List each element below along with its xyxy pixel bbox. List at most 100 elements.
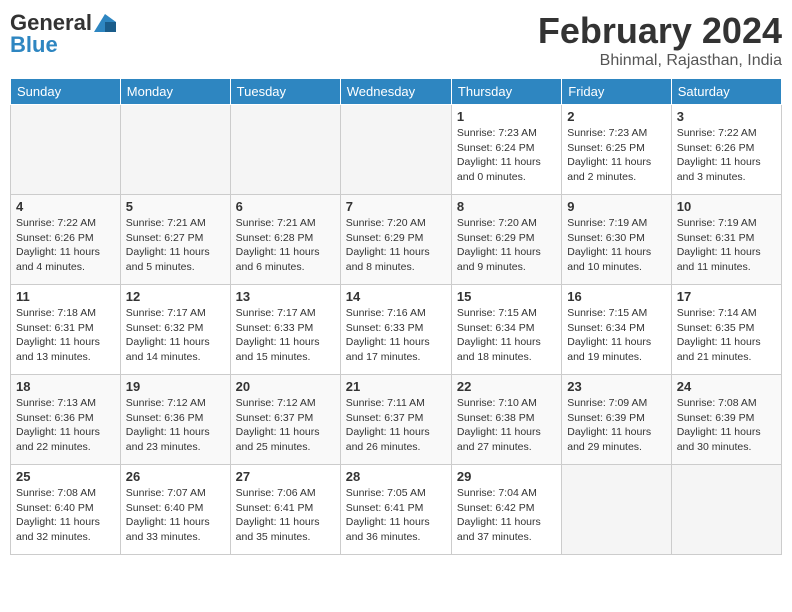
day-number: 6 — [236, 199, 335, 214]
calendar-cell: 9 Sunrise: 7:19 AM Sunset: 6:30 PM Daylig… — [562, 195, 671, 285]
day-info: Sunrise: 7:21 AM Sunset: 6:28 PM Dayligh… — [236, 216, 335, 275]
location: Bhinmal, Rajasthan, India — [538, 52, 782, 70]
calendar-cell: 11Sunrise: 7:18 AM Sunset: 6:31 PM Dayli… — [11, 285, 121, 375]
day-number: 5 — [126, 199, 225, 214]
calendar-week-row: 11Sunrise: 7:18 AM Sunset: 6:31 PM Dayli… — [11, 285, 782, 375]
calendar-cell: 21 Sunrise: 7:11 AM Sunset: 6:37 PM Dayli… — [340, 375, 451, 465]
calendar-cell: 7 Sunrise: 7:20 AM Sunset: 6:29 PM Daylig… — [340, 195, 451, 285]
day-info: Sunrise: 7:20 AM Sunset: 6:29 PM Dayligh… — [346, 216, 446, 275]
calendar-week-row: 18 Sunrise: 7:13 AM Sunset: 6:36 PM Dayli… — [11, 375, 782, 465]
day-info: Sunrise: 7:06 AM Sunset: 6:41 PM Dayligh… — [236, 486, 335, 545]
day-number: 3 — [677, 109, 776, 124]
day-number: 24 — [677, 379, 776, 394]
day-number: 4 — [16, 199, 115, 214]
col-header-tuesday: Tuesday — [230, 79, 340, 105]
day-number: 18 — [16, 379, 115, 394]
day-number: 1 — [457, 109, 556, 124]
day-info: Sunrise: 7:12 AM Sunset: 6:37 PM Dayligh… — [236, 396, 335, 455]
day-number: 9 — [567, 199, 665, 214]
day-number: 2 — [567, 109, 665, 124]
calendar-week-row: 4 Sunrise: 7:22 AM Sunset: 6:26 PM Daylig… — [11, 195, 782, 285]
day-number: 10 — [677, 199, 776, 214]
logo: General Blue — [10, 10, 116, 58]
calendar-cell: 29 Sunrise: 7:04 AM Sunset: 6:42 PM Dayli… — [451, 465, 561, 555]
logo-icon — [94, 14, 116, 32]
col-header-saturday: Saturday — [671, 79, 781, 105]
calendar-cell: 27 Sunrise: 7:06 AM Sunset: 6:41 PM Dayli… — [230, 465, 340, 555]
day-info: Sunrise: 7:22 AM Sunset: 6:26 PM Dayligh… — [677, 126, 776, 185]
day-number: 16 — [567, 289, 665, 304]
calendar-cell: 2Sunrise: 7:23 AM Sunset: 6:25 PM Daylig… — [562, 105, 671, 195]
day-number: 21 — [346, 379, 446, 394]
calendar-cell: 4 Sunrise: 7:22 AM Sunset: 6:26 PM Daylig… — [11, 195, 121, 285]
calendar-cell: 20 Sunrise: 7:12 AM Sunset: 6:37 PM Dayli… — [230, 375, 340, 465]
calendar-cell — [230, 105, 340, 195]
calendar-cell: 17 Sunrise: 7:14 AM Sunset: 6:35 PM Dayli… — [671, 285, 781, 375]
day-info: Sunrise: 7:16 AM Sunset: 6:33 PM Dayligh… — [346, 306, 446, 365]
calendar-cell — [671, 465, 781, 555]
day-info: Sunrise: 7:19 AM Sunset: 6:30 PM Dayligh… — [567, 216, 665, 275]
col-header-sunday: Sunday — [11, 79, 121, 105]
day-number: 25 — [16, 469, 115, 484]
calendar-cell: 24 Sunrise: 7:08 AM Sunset: 6:39 PM Dayli… — [671, 375, 781, 465]
day-info: Sunrise: 7:04 AM Sunset: 6:42 PM Dayligh… — [457, 486, 556, 545]
day-number: 28 — [346, 469, 446, 484]
day-info: Sunrise: 7:20 AM Sunset: 6:29 PM Dayligh… — [457, 216, 556, 275]
calendar-cell: 10 Sunrise: 7:19 AM Sunset: 6:31 PM Dayli… — [671, 195, 781, 285]
day-number: 20 — [236, 379, 335, 394]
calendar-cell: 1Sunrise: 7:23 AM Sunset: 6:24 PM Daylig… — [451, 105, 561, 195]
calendar-cell: 16 Sunrise: 7:15 AM Sunset: 6:34 PM Dayli… — [562, 285, 671, 375]
calendar-cell — [562, 465, 671, 555]
logo-blue: Blue — [10, 32, 58, 58]
day-info: Sunrise: 7:13 AM Sunset: 6:36 PM Dayligh… — [16, 396, 115, 455]
day-info: Sunrise: 7:15 AM Sunset: 6:34 PM Dayligh… — [567, 306, 665, 365]
day-info: Sunrise: 7:14 AM Sunset: 6:35 PM Dayligh… — [677, 306, 776, 365]
day-info: Sunrise: 7:12 AM Sunset: 6:36 PM Dayligh… — [126, 396, 225, 455]
calendar-cell: 25 Sunrise: 7:08 AM Sunset: 6:40 PM Dayli… — [11, 465, 121, 555]
day-info: Sunrise: 7:09 AM Sunset: 6:39 PM Dayligh… — [567, 396, 665, 455]
day-info: Sunrise: 7:08 AM Sunset: 6:39 PM Dayligh… — [677, 396, 776, 455]
day-number: 17 — [677, 289, 776, 304]
calendar-week-row: 1Sunrise: 7:23 AM Sunset: 6:24 PM Daylig… — [11, 105, 782, 195]
day-number: 7 — [346, 199, 446, 214]
page-header: General Blue February 2024 Bhinmal, Raja… — [10, 10, 782, 70]
day-info: Sunrise: 7:19 AM Sunset: 6:31 PM Dayligh… — [677, 216, 776, 275]
day-number: 23 — [567, 379, 665, 394]
day-number: 29 — [457, 469, 556, 484]
day-info: Sunrise: 7:17 AM Sunset: 6:32 PM Dayligh… — [126, 306, 225, 365]
calendar-header-row: SundayMondayTuesdayWednesdayThursdayFrid… — [11, 79, 782, 105]
title-block: February 2024 Bhinmal, Rajasthan, India — [538, 10, 782, 70]
day-info: Sunrise: 7:05 AM Sunset: 6:41 PM Dayligh… — [346, 486, 446, 545]
calendar-cell: 12 Sunrise: 7:17 AM Sunset: 6:32 PM Dayli… — [120, 285, 230, 375]
day-number: 19 — [126, 379, 225, 394]
day-number: 8 — [457, 199, 556, 214]
col-header-monday: Monday — [120, 79, 230, 105]
calendar-cell: 22Sunrise: 7:10 AM Sunset: 6:38 PM Dayli… — [451, 375, 561, 465]
day-info: Sunrise: 7:11 AM Sunset: 6:37 PM Dayligh… — [346, 396, 446, 455]
calendar-table: SundayMondayTuesdayWednesdayThursdayFrid… — [10, 78, 782, 555]
calendar-cell: 3 Sunrise: 7:22 AM Sunset: 6:26 PM Daylig… — [671, 105, 781, 195]
calendar-cell: 18 Sunrise: 7:13 AM Sunset: 6:36 PM Dayli… — [11, 375, 121, 465]
day-info: Sunrise: 7:07 AM Sunset: 6:40 PM Dayligh… — [126, 486, 225, 545]
day-info: Sunrise: 7:08 AM Sunset: 6:40 PM Dayligh… — [16, 486, 115, 545]
day-number: 15 — [457, 289, 556, 304]
calendar-cell: 15 Sunrise: 7:15 AM Sunset: 6:34 PM Dayli… — [451, 285, 561, 375]
calendar-cell — [120, 105, 230, 195]
day-number: 13 — [236, 289, 335, 304]
day-info: Sunrise: 7:10 AM Sunset: 6:38 PM Dayligh… — [457, 396, 556, 455]
calendar-cell: 23 Sunrise: 7:09 AM Sunset: 6:39 PM Dayli… — [562, 375, 671, 465]
day-info: Sunrise: 7:21 AM Sunset: 6:27 PM Dayligh… — [126, 216, 225, 275]
col-header-friday: Friday — [562, 79, 671, 105]
calendar-cell: 28 Sunrise: 7:05 AM Sunset: 6:41 PM Dayli… — [340, 465, 451, 555]
day-info: Sunrise: 7:18 AM Sunset: 6:31 PM Dayligh… — [16, 306, 115, 365]
calendar-cell: 6 Sunrise: 7:21 AM Sunset: 6:28 PM Daylig… — [230, 195, 340, 285]
calendar-week-row: 25 Sunrise: 7:08 AM Sunset: 6:40 PM Dayli… — [11, 465, 782, 555]
calendar-cell: 8 Sunrise: 7:20 AM Sunset: 6:29 PM Daylig… — [451, 195, 561, 285]
day-info: Sunrise: 7:17 AM Sunset: 6:33 PM Dayligh… — [236, 306, 335, 365]
calendar-cell — [340, 105, 451, 195]
calendar-cell: 14Sunrise: 7:16 AM Sunset: 6:33 PM Dayli… — [340, 285, 451, 375]
day-info: Sunrise: 7:22 AM Sunset: 6:26 PM Dayligh… — [16, 216, 115, 275]
day-info: Sunrise: 7:15 AM Sunset: 6:34 PM Dayligh… — [457, 306, 556, 365]
day-number: 27 — [236, 469, 335, 484]
day-number: 12 — [126, 289, 225, 304]
